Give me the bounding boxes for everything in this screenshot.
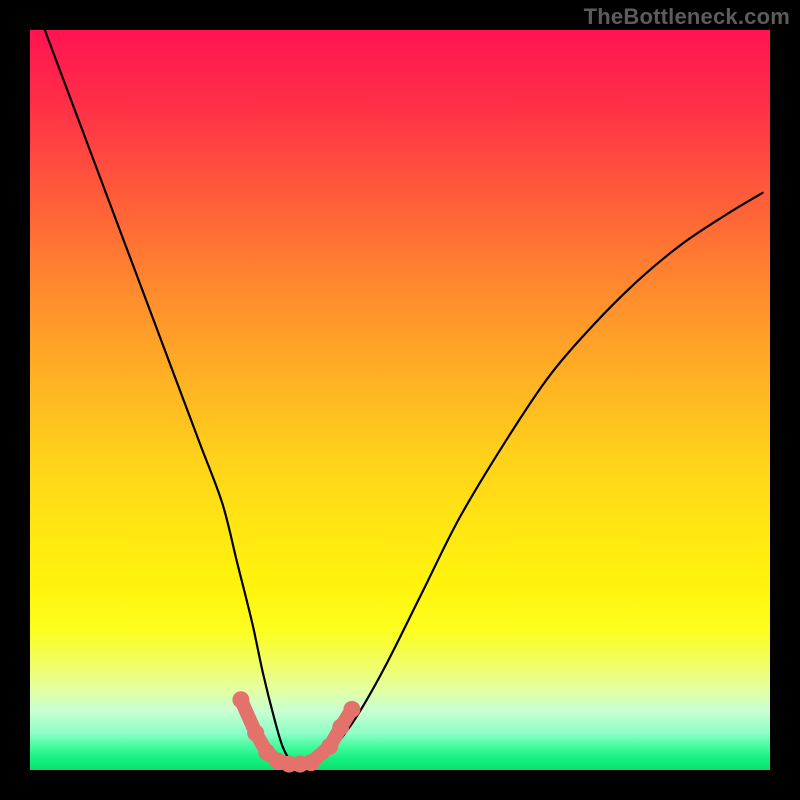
highlight-marker: [332, 719, 349, 736]
curve-layer: [30, 30, 770, 770]
highlight-marker: [247, 725, 264, 742]
watermark-text: TheBottleneck.com: [584, 4, 790, 30]
chart-frame: TheBottleneck.com: [0, 0, 800, 800]
highlight-marker: [321, 738, 338, 755]
highlight-marker: [343, 701, 360, 718]
plot-area: [30, 30, 770, 770]
marker-group: [232, 691, 360, 772]
highlight-marker: [232, 691, 249, 708]
highlight-marker: [303, 754, 320, 771]
bottleneck-curve: [45, 30, 763, 764]
